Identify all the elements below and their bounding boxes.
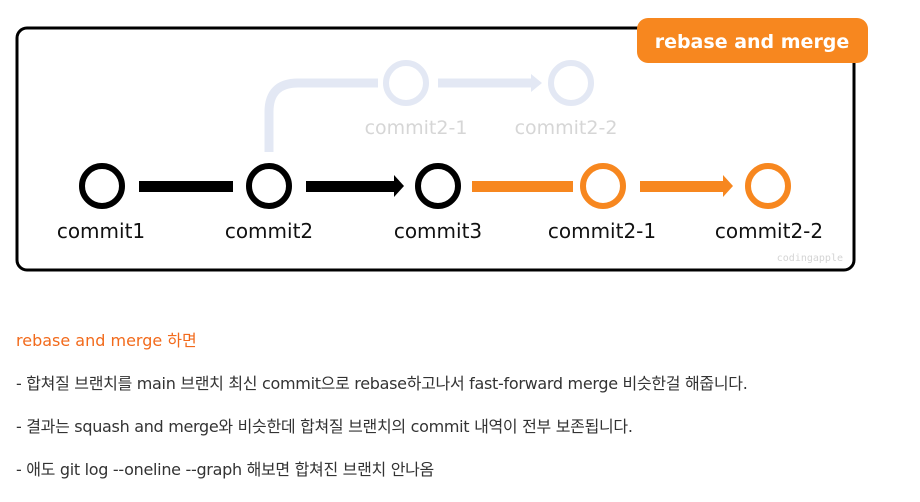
edge-line-orange [640,181,725,192]
commit-node-orange [745,163,791,209]
note-item: - 합쳐질 브랜치를 main 브랜치 최신 commit으로 rebase하고… [16,374,748,393]
faded-commit-label: commit2-2 [515,117,618,139]
commit-node [415,163,461,209]
commit-label: commit3 [394,219,482,243]
edge-line [306,181,396,192]
edge-line-orange [472,181,573,192]
commit-label: commit1 [57,219,145,243]
edge-line [139,181,233,192]
note-item: - 결과는 squash and merge와 비슷한데 합쳐질 브랜치의 co… [16,417,633,436]
faded-commit-label: commit2-1 [365,117,468,139]
watermark: codingapple [777,253,843,264]
note-item: - 애도 git log --oneline --graph 해보면 합쳐진 브… [16,460,434,479]
commit-node-orange [580,163,626,209]
commit-node [79,163,125,209]
notes: rebase and merge 하면 - 합쳐질 브랜치를 main 브랜치 … [16,327,748,499]
commit-label: commit2-2 [715,219,823,243]
notes-heading: rebase and merge 하면 [16,331,197,350]
commit-label: commit2 [225,219,313,243]
commit-node [246,163,292,209]
rebase-merge-diagram: commit2-1 commit2-2 commit1 commit2 comm… [15,18,868,272]
commit-label: commit2-1 [548,219,656,243]
badge-label: rebase and merge [655,31,850,53]
